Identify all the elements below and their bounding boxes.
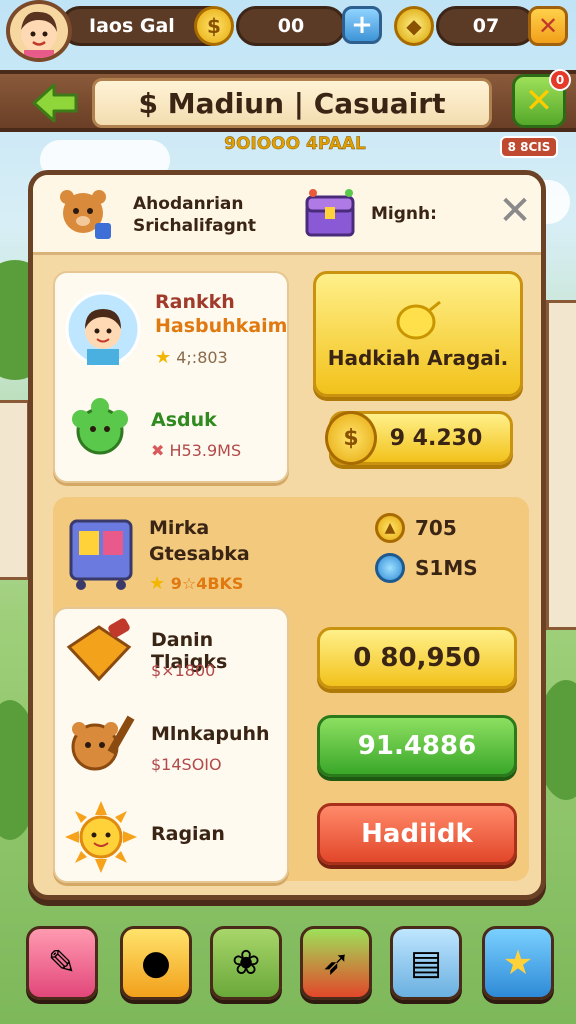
big-coin-icon: $ — [325, 411, 377, 465]
coin-bag-icon: ● — [141, 943, 171, 983]
panel-close-button[interactable]: ✕ — [495, 188, 535, 234]
water-drop-icon — [375, 553, 405, 583]
water-resource-value: S1MS — [415, 556, 478, 580]
banner-subtitle: 9OIOOO 4PAAL — [224, 134, 366, 154]
nav-favorites-button[interactable]: ★ — [482, 926, 554, 1000]
pencil-icon: ✎ — [47, 943, 77, 983]
shop-stat: 9☆4BKS — [170, 574, 244, 593]
items-list-card: Danin Tlaigks $×1800 Mlnkapuhh $14SOIO R… — [53, 607, 289, 883]
vending-machine-icon — [69, 519, 133, 590]
coin-icon: $ — [194, 6, 234, 46]
gem-counter: 07 — [436, 6, 536, 46]
coin-value: 00 — [277, 15, 305, 37]
red-action-button[interactable]: Hadiidk — [317, 803, 517, 865]
player-name: Iaos Gal — [89, 15, 175, 37]
coin-value-label: 9 4.230 — [389, 425, 483, 451]
title-banner: $ Madiun | Casuairt ✕ 0 — [0, 69, 576, 132]
player-card[interactable]: Rankkh Hasbuhkaim ★ 4;:803 Asduk ✖ H53.9… — [53, 271, 289, 483]
player-avatar[interactable] — [6, 0, 72, 62]
bear-toy-icon — [60, 190, 111, 239]
bear-hammer-icon — [71, 715, 135, 771]
plus-icon: + — [351, 10, 373, 40]
page-title: $ Madiun | Casuairt — [138, 86, 446, 120]
nav-pet-button[interactable]: ❀ — [210, 926, 282, 1000]
water-resource: S1MS — [375, 553, 478, 583]
back-button[interactable] — [28, 78, 82, 128]
gold-icon: ▲ — [375, 513, 405, 543]
player-first-name: Rankkh — [155, 291, 235, 313]
shop-card[interactable]: Mirka Gtesabka ★ 9☆4BKS — [53, 497, 289, 607]
list-item-title: Mlnkapuhh — [151, 723, 270, 745]
player-last-name: Hasbuhkaim — [155, 315, 288, 337]
nav-map-button[interactable]: ➶ — [300, 926, 372, 1000]
banner-tag: 8 8CIS — [500, 136, 558, 158]
list-item-sub: $×1800 — [151, 661, 216, 680]
nav-shop-button[interactable]: ▤ — [390, 926, 462, 1000]
shop-icon: ▤ — [409, 943, 443, 983]
panel-header: Ahodanrian Srichalifagnt Mignh: ✕ — [33, 175, 541, 255]
list-item[interactable]: Mlnkapuhh $14SOIO — [55, 701, 287, 791]
reward-button-label: Hadkiah Aragai. — [327, 346, 509, 370]
yellow-value-button[interactable]: 0 80,950 — [317, 627, 517, 689]
back-arrow-icon — [32, 83, 78, 123]
heart-icon: ✖ — [151, 441, 165, 460]
treasure-chest-icon — [305, 189, 355, 237]
list-item-title: Ragian — [151, 823, 225, 845]
panel-header-left-text: Ahodanrian Srichalifagnt — [133, 194, 257, 237]
notification-badge: 0 — [549, 69, 571, 91]
gem-value: 07 — [472, 15, 500, 37]
pet-stat: H53.9MS — [169, 441, 242, 460]
list-item[interactable]: Danin Tlaigks $×1800 — [55, 609, 287, 699]
reward-button[interactable]: Hadkiah Aragai. — [313, 271, 523, 397]
sun-icon — [65, 801, 137, 873]
gold-resource-value: 705 — [415, 516, 457, 540]
nav-edit-button[interactable]: ✎ — [26, 926, 98, 1000]
close-top-button[interactable]: ✕ — [528, 6, 568, 46]
player-stat: 4;:803 — [176, 348, 228, 367]
boy-avatar-icon — [65, 291, 141, 367]
star-icon: ★ — [502, 943, 534, 983]
banner-title-plate: $ Madiun | Casuairt — [92, 78, 492, 128]
main-panel: Ahodanrian Srichalifagnt Mignh: ✕ Rankkh… — [28, 170, 546, 900]
star-icon: ★ — [155, 347, 172, 368]
green-value-button[interactable]: 91.4886 — [317, 715, 517, 777]
star-icon: ★ — [149, 573, 166, 594]
coin-counter: 00 — [236, 6, 346, 46]
panel-header-right-text: Mignh: — [371, 204, 437, 224]
gem-icon: ◆ — [394, 6, 434, 46]
nav-coin-button[interactable]: ● — [120, 926, 192, 1000]
add-currency-button[interactable]: + — [342, 6, 382, 44]
red-action-label: Hadiidk — [361, 819, 473, 849]
toy-box-icon — [66, 618, 132, 682]
pet-name: Asduk — [151, 409, 217, 431]
shop-name-2: Gtesabka — [149, 543, 250, 565]
green-pet-icon — [72, 398, 128, 455]
check-x-icon: ✕ — [524, 81, 554, 121]
gold-resource: ▲ 705 — [375, 513, 457, 543]
yellow-value-label: 0 80,950 — [353, 643, 481, 673]
close-icon: ✕ — [537, 12, 559, 40]
pet-icon: ❀ — [231, 943, 261, 983]
green-value-label: 91.4886 — [357, 731, 477, 761]
top-status-bar: Iaos Gal $ 00 + ◆ 07 ✕ — [0, 0, 576, 62]
list-item-sub: $14SOIO — [151, 755, 222, 774]
bottom-navigation: ✎ ● ❀ ➶ ▤ ★ — [0, 918, 576, 1018]
compass-icon: ➶ — [321, 943, 351, 983]
list-item[interactable]: Ragian — [55, 793, 287, 883]
confirm-close-button[interactable]: ✕ 0 — [512, 69, 571, 128]
balloon-icon — [396, 300, 441, 340]
close-x-icon: ✕ — [498, 188, 532, 234]
shop-name-1: Mirka — [149, 517, 210, 539]
avatar-face-icon — [21, 11, 57, 58]
